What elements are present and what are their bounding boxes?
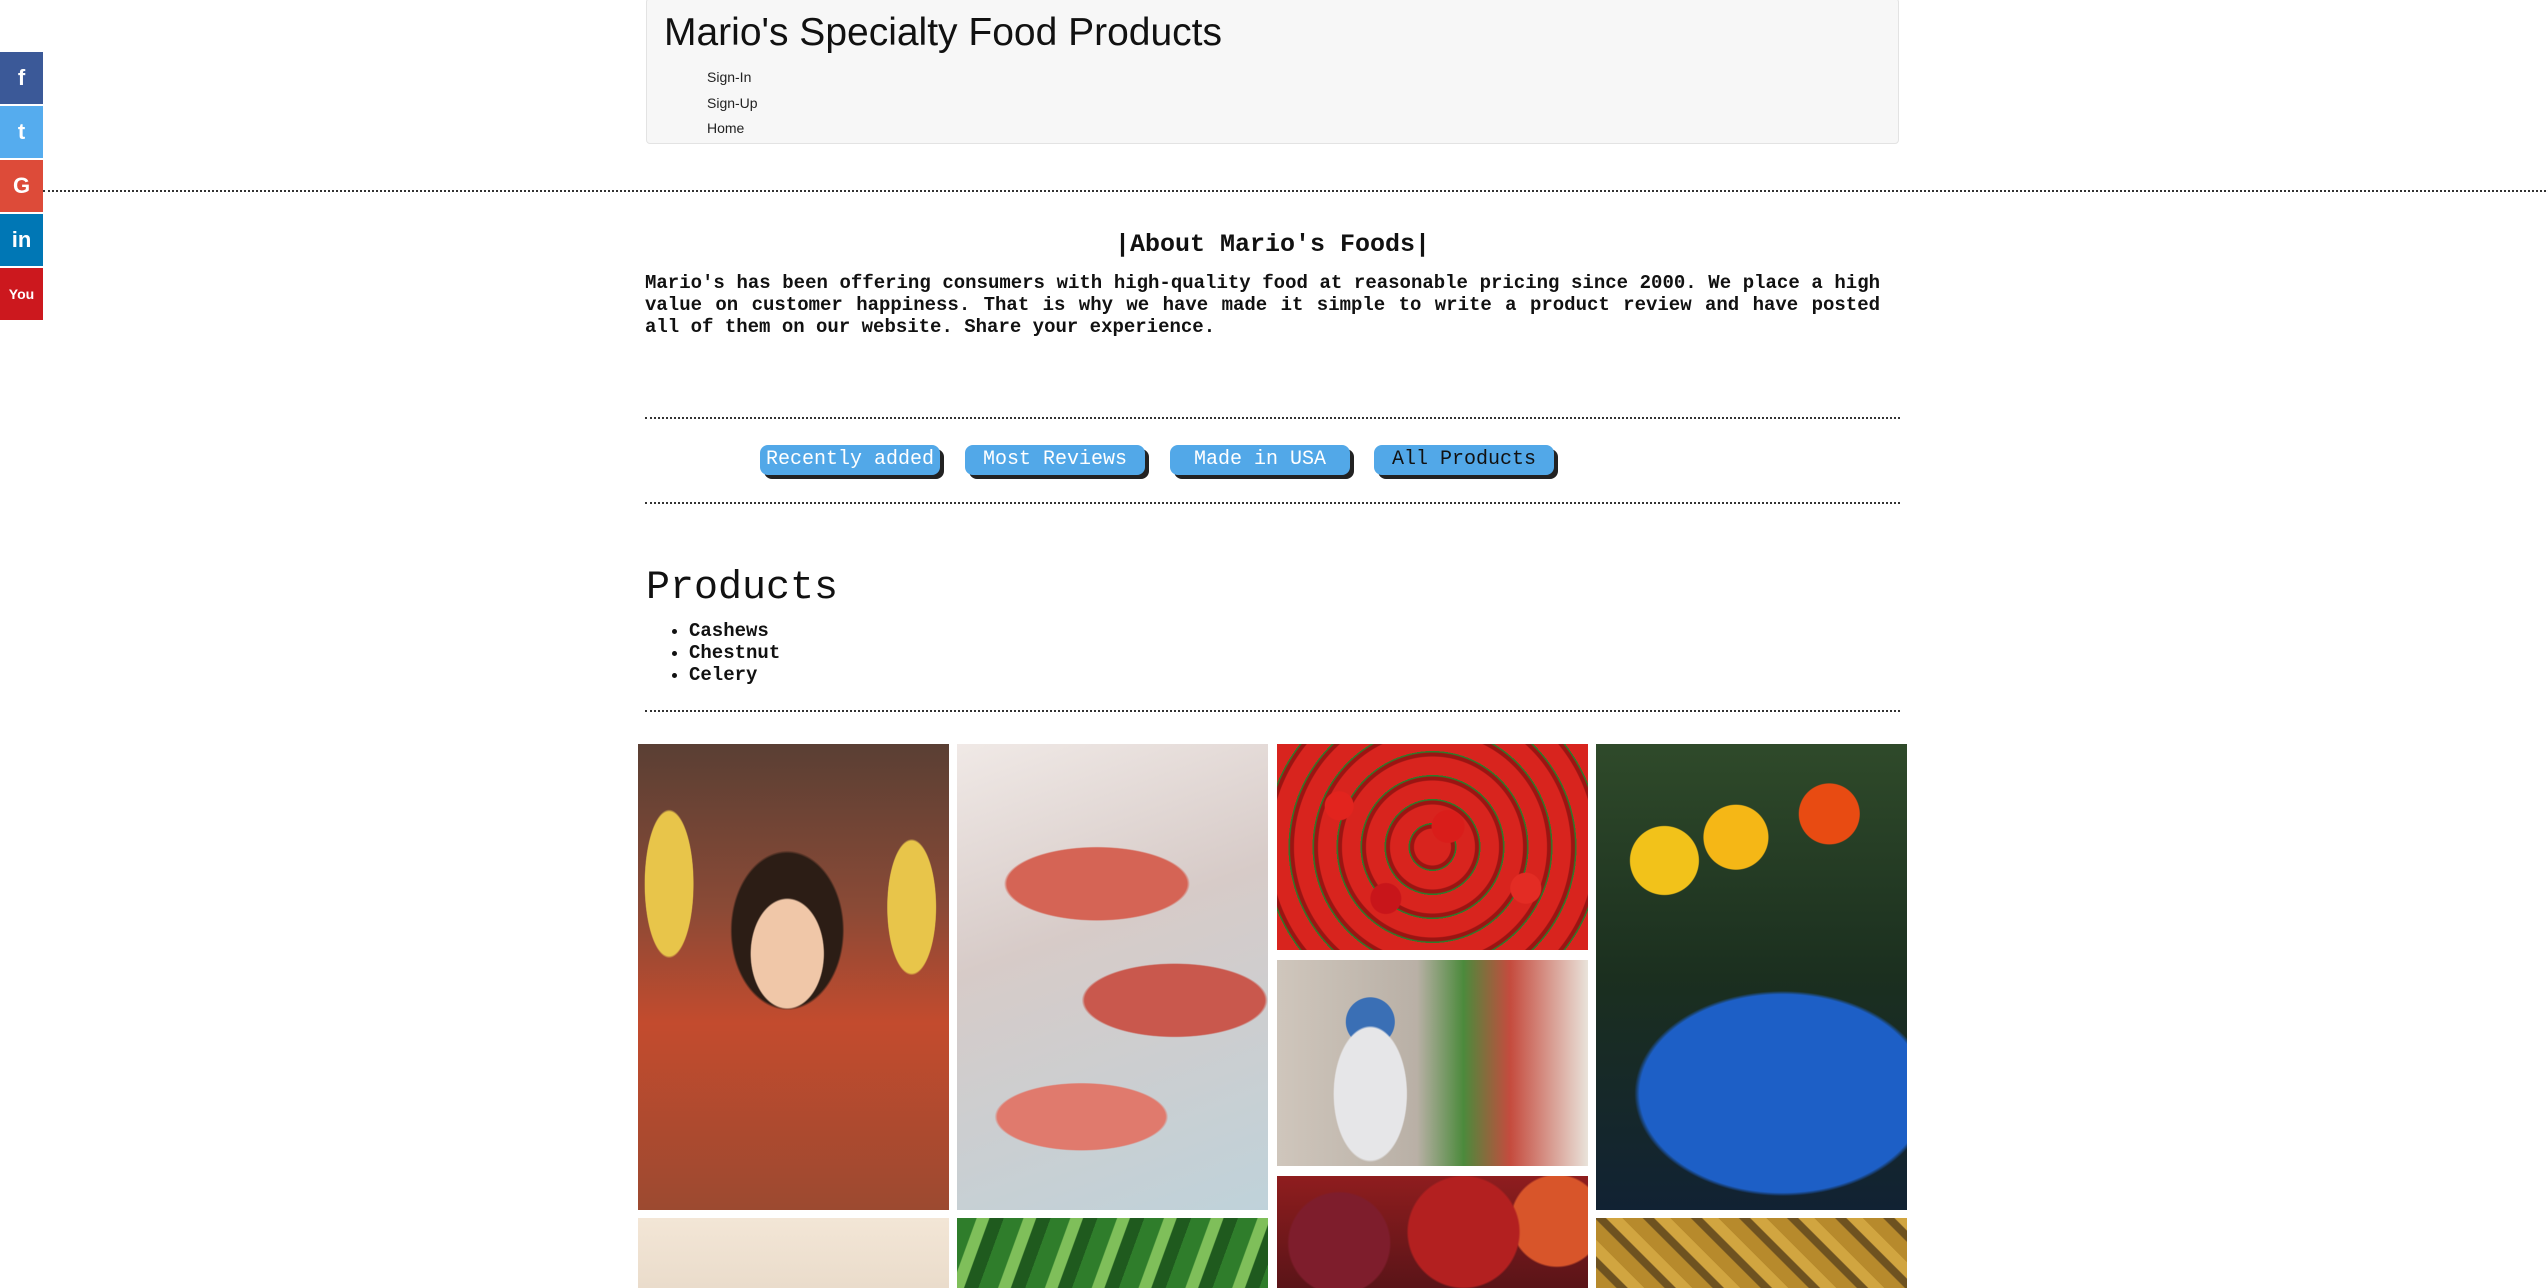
google-icon[interactable]: G: [0, 160, 43, 212]
gallery-image-red-fish: [957, 744, 1268, 1210]
gallery-image-pineapples: [1596, 1218, 1907, 1288]
about-text: Mario's has been offering consumers with…: [645, 272, 1880, 338]
main-nav: Sign-In Sign-Up Home: [707, 65, 758, 142]
divider: [645, 710, 1900, 712]
gallery-image-strawberries: [1277, 744, 1588, 950]
twitter-icon[interactable]: t: [0, 106, 43, 158]
list-item: Celery: [689, 664, 780, 686]
list-item: Chestnut: [689, 642, 780, 664]
gallery-image-greens: [957, 1218, 1268, 1288]
product-list: Cashews Chestnut Celery: [646, 620, 780, 686]
divider: [43, 190, 2546, 192]
linkedin-icon[interactable]: in: [0, 214, 43, 266]
all-products-button[interactable]: All Products: [1374, 445, 1554, 475]
nav-home-link[interactable]: Home: [707, 116, 758, 142]
gallery-image-tomatoes: [1277, 1176, 1588, 1288]
gallery-image-grocery-shoppers: [1277, 960, 1588, 1166]
site-title: Mario's Specialty Food Products: [664, 11, 1223, 54]
gallery-image-woman-bananas: [638, 744, 949, 1210]
list-item: Cashews: [689, 620, 780, 642]
divider: [645, 502, 1900, 504]
made-in-usa-button[interactable]: Made in USA: [1170, 445, 1350, 475]
gallery-image: [638, 1218, 949, 1288]
nav-sign-in-link[interactable]: Sign-In: [707, 65, 758, 91]
most-reviews-button[interactable]: Most Reviews: [965, 445, 1145, 475]
products-heading: Products: [646, 566, 839, 611]
social-share-bar: f t G in You: [0, 52, 43, 322]
site-header: Mario's Specialty Food Products Sign-In …: [646, 0, 1899, 144]
recently-added-button[interactable]: Recently added: [760, 445, 940, 475]
gallery-image-peppers-basket: [1596, 744, 1907, 1210]
about-title: |About Mario's Foods|: [1114, 230, 1431, 259]
nav-sign-up-link[interactable]: Sign-Up: [707, 91, 758, 117]
facebook-icon[interactable]: f: [0, 52, 43, 104]
divider: [645, 417, 1900, 419]
youtube-icon[interactable]: You: [0, 268, 43, 320]
